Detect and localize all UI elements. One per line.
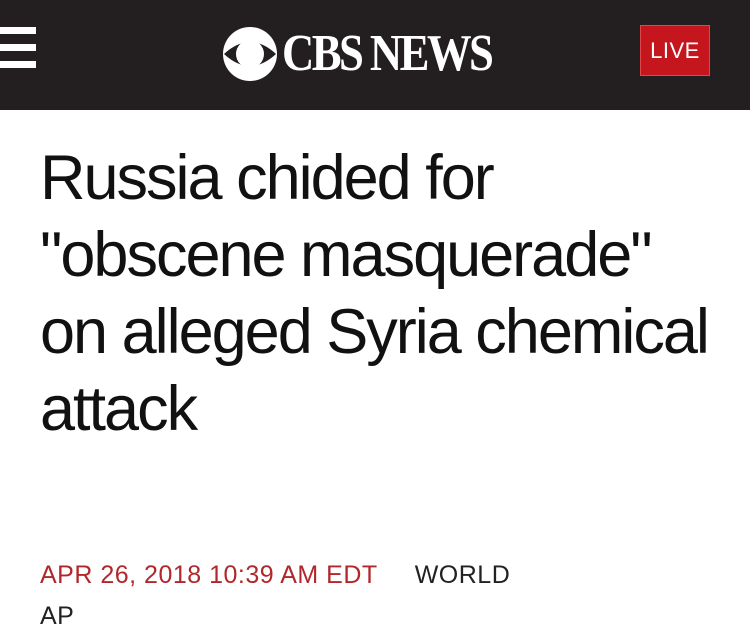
cbs-news-logo[interactable]: CBS NEWS bbox=[222, 24, 525, 84]
article-byline: AP bbox=[40, 602, 75, 630]
article-dateline: APR 26, 2018 10:39 AM EDT bbox=[40, 561, 378, 589]
article-headline: Russia chided for "obscene masquerade" o… bbox=[40, 143, 710, 444]
live-button[interactable]: LIVE bbox=[640, 25, 710, 76]
menu-line bbox=[0, 44, 36, 51]
menu-line bbox=[0, 27, 36, 34]
brand-wordmark: CBS NEWS bbox=[282, 25, 494, 82]
site-header: CBS NEWS LIVE bbox=[0, 0, 750, 110]
section-link[interactable]: WORLD bbox=[415, 561, 511, 589]
cbs-eye-icon bbox=[223, 27, 277, 81]
menu-line bbox=[0, 61, 36, 68]
article-meta: APR 26, 2018 10:39 AM EDT WORLD bbox=[40, 560, 510, 590]
hamburger-menu-icon[interactable] bbox=[0, 27, 36, 69]
article-page: CBS NEWS LIVE Russia chided for "obscene… bbox=[0, 0, 750, 636]
